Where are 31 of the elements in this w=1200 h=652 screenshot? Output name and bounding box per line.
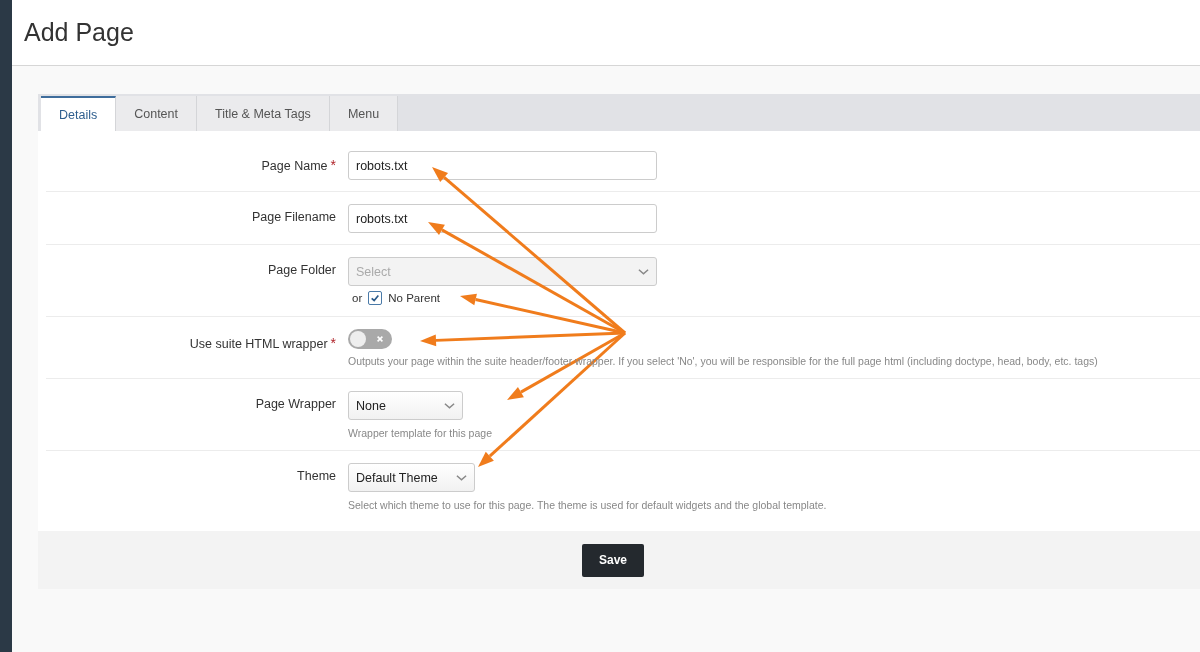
select-placeholder: Select [356, 264, 391, 279]
chevron-down-icon [455, 473, 467, 482]
save-button[interactable]: Save [582, 543, 644, 577]
tab[interactable]: Content [116, 96, 197, 131]
select-value: Default Theme [356, 470, 438, 485]
text-field[interactable]: robots.txt [348, 204, 657, 233]
chevron-down-icon [444, 401, 455, 410]
toggle-switch[interactable] [348, 329, 392, 349]
chevron-down-icon [638, 267, 649, 276]
field-label: Use suite HTML wrapper [189, 337, 328, 351]
select-dropdown[interactable]: None [348, 391, 463, 420]
tab[interactable]: Menu [329, 96, 399, 131]
help-text: Wrapper template for this page [348, 427, 492, 439]
text-field[interactable]: robots.txt [348, 151, 657, 180]
field-label: Page Name [261, 159, 328, 173]
field-label: Page Wrapper [255, 397, 336, 411]
select-dropdown[interactable]: Default Theme [348, 463, 475, 492]
tab[interactable]: Title & Meta Tags [197, 96, 330, 131]
checkmark-icon [370, 293, 381, 303]
select-value: None [356, 398, 387, 413]
field-label: Theme [297, 469, 336, 483]
or-text: or [352, 292, 363, 304]
field-label: Page Folder [267, 263, 336, 277]
tab[interactable]: Details [41, 96, 117, 131]
required-mark: * [330, 157, 336, 173]
help-text: Select which theme to use for this page. The theme is used for default widgets and the global template. [348, 499, 827, 511]
field-label: Page Filename [251, 210, 336, 224]
required-mark: * [330, 335, 336, 351]
page-title: Add Page [24, 18, 134, 47]
checkbox-label: No Parent [388, 292, 440, 304]
x-icon [376, 335, 384, 343]
